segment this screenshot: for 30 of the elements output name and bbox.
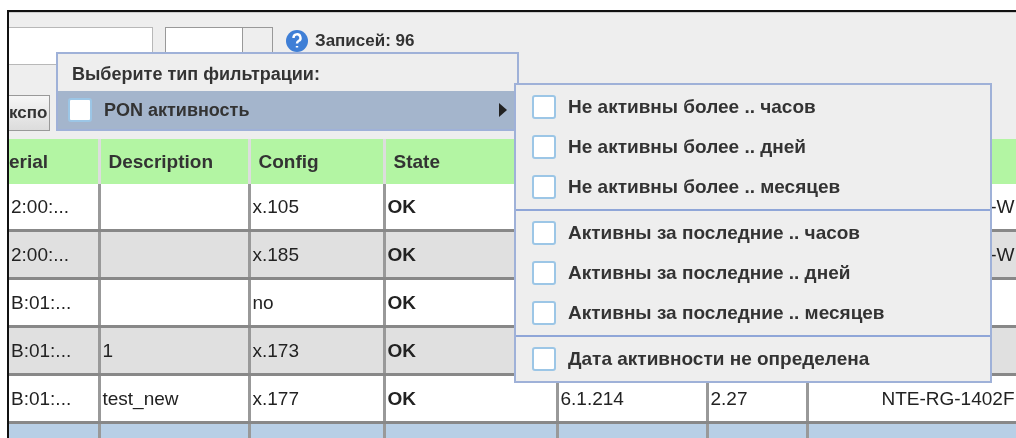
table-cell: x.185 xyxy=(249,230,384,279)
column-header[interactable]: erial xyxy=(9,139,99,184)
menu-item[interactable]: Не активны более .. часов xyxy=(516,87,990,127)
table-cell: B:01:... xyxy=(9,326,99,375)
checkbox[interactable] xyxy=(532,175,556,199)
checkbox[interactable] xyxy=(532,261,556,285)
checkbox[interactable] xyxy=(532,135,556,159)
menu-title: Выберите тип фильтрации: xyxy=(71,63,321,86)
table-cell: x.173 xyxy=(249,326,384,375)
checkbox[interactable] xyxy=(68,98,92,122)
table-cell: x.177 xyxy=(249,374,384,423)
records-count: Записей: 96 xyxy=(315,31,415,51)
table-cell: B:01:... xyxy=(9,374,99,423)
checkbox[interactable] xyxy=(532,221,556,245)
table-cell: 2:00:... xyxy=(9,230,99,279)
checkbox[interactable] xyxy=(532,301,556,325)
export-button[interactable]: кспо xyxy=(9,95,51,131)
table-cell: OK xyxy=(384,374,557,423)
table-cell: test_new xyxy=(99,374,249,423)
table-cell: 1 xyxy=(99,326,249,375)
menu-item[interactable]: PON активность xyxy=(58,91,517,129)
column-header[interactable]: Config xyxy=(249,139,384,184)
table-cell: B:01:... xyxy=(9,278,99,327)
table-cell: x.105 xyxy=(249,184,384,231)
table-cell: no xyxy=(249,278,384,327)
table-cell: 2:00:... xyxy=(9,184,99,231)
help-icon[interactable] xyxy=(285,29,309,53)
checkbox[interactable] xyxy=(532,347,556,371)
column-header[interactable]: Description xyxy=(99,139,249,184)
checkbox[interactable] xyxy=(532,95,556,119)
